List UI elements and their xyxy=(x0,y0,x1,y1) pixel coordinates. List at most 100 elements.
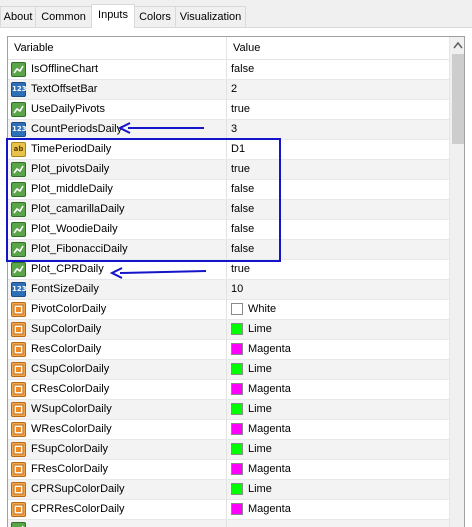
value-cell[interactable]: false xyxy=(227,180,449,199)
color-icon xyxy=(11,442,26,457)
value-cell[interactable]: false xyxy=(227,60,449,79)
color-swatch[interactable] xyxy=(231,403,243,415)
value-cell[interactable]: true xyxy=(227,160,449,179)
tab-common[interactable]: Common xyxy=(35,6,92,27)
color-swatch[interactable] xyxy=(231,323,243,335)
variable-cell[interactable]: 123 CountPeriodsDaily xyxy=(8,120,227,139)
table-row[interactable]: SupColorDaily Lime xyxy=(8,320,449,340)
color-swatch[interactable] xyxy=(231,343,243,355)
value-cell[interactable]: Lime xyxy=(227,400,449,419)
variable-cell[interactable]: Plot_CPRDaily xyxy=(8,260,227,279)
table-row[interactable]: 123 TextOffsetBar 2 xyxy=(8,80,449,100)
table-row[interactable]: IsOfflineChart false xyxy=(8,60,449,80)
color-icon xyxy=(11,382,26,397)
variable-cell[interactable]: FResColorDaily xyxy=(8,460,227,479)
value-cell[interactable]: Lime xyxy=(227,360,449,379)
table-row[interactable]: Plot_pivotsDaily true xyxy=(8,160,449,180)
value-cell[interactable]: Magenta xyxy=(227,420,449,439)
table-row[interactable]: Plot_middleDaily false xyxy=(8,180,449,200)
variable-name: Plot_pivotsDaily xyxy=(31,163,110,175)
table-row[interactable] xyxy=(8,520,449,527)
variable-cell[interactable]: Plot_WoodieDaily xyxy=(8,220,227,239)
table-row[interactable]: Plot_camarillaDaily false xyxy=(8,200,449,220)
variable-cell[interactable]: Plot_middleDaily xyxy=(8,180,227,199)
value-cell[interactable]: Lime xyxy=(227,320,449,339)
table-row[interactable]: WResColorDaily Magenta xyxy=(8,420,449,440)
color-swatch[interactable] xyxy=(231,463,243,475)
variable-cell[interactable]: FSupColorDaily xyxy=(8,440,227,459)
variable-cell[interactable] xyxy=(8,520,227,527)
table-row[interactable]: CSupColorDaily Lime xyxy=(8,360,449,380)
variable-cell[interactable]: WResColorDaily xyxy=(8,420,227,439)
variable-cell[interactable]: UseDailyPivots xyxy=(8,100,227,119)
tab-about[interactable]: About xyxy=(0,6,36,27)
value-cell[interactable]: true xyxy=(227,260,449,279)
table-row[interactable]: PivotColorDaily White xyxy=(8,300,449,320)
variable-cell[interactable]: CSupColorDaily xyxy=(8,360,227,379)
value-cell[interactable]: false xyxy=(227,240,449,259)
scroll-up-arrow-icon[interactable] xyxy=(450,37,464,54)
table-row[interactable]: Plot_FibonacciDaily false xyxy=(8,240,449,260)
color-swatch[interactable] xyxy=(231,423,243,435)
value-cell[interactable]: Lime xyxy=(227,480,449,499)
table-row[interactable]: 123 FontSizeDaily 10 xyxy=(8,280,449,300)
variable-name: Plot_WoodieDaily xyxy=(31,223,118,235)
vertical-scrollbar[interactable] xyxy=(449,37,464,527)
value-cell[interactable]: Lime xyxy=(227,440,449,459)
color-swatch[interactable] xyxy=(231,483,243,495)
table-row[interactable]: UseDailyPivots true xyxy=(8,100,449,120)
variable-cell[interactable]: 123 TextOffsetBar xyxy=(8,80,227,99)
value-cell[interactable]: false xyxy=(227,200,449,219)
variable-cell[interactable]: Plot_pivotsDaily xyxy=(8,160,227,179)
variable-cell[interactable]: PivotColorDaily xyxy=(8,300,227,319)
table-row[interactable]: ab TimePeriodDaily D1 xyxy=(8,140,449,160)
value-cell[interactable]: 2 xyxy=(227,80,449,99)
value-cell[interactable]: White xyxy=(227,300,449,319)
table-row[interactable]: CPRSupColorDaily Lime xyxy=(8,480,449,500)
variable-cell[interactable]: 123 FontSizeDaily xyxy=(8,280,227,299)
color-swatch[interactable] xyxy=(231,443,243,455)
variable-cell[interactable]: WSupColorDaily xyxy=(8,400,227,419)
table-row[interactable]: CResColorDaily Magenta xyxy=(8,380,449,400)
table-row[interactable]: 123 CountPeriodsDaily 3 xyxy=(8,120,449,140)
value-cell[interactable]: Magenta xyxy=(227,340,449,359)
variable-cell[interactable]: Plot_FibonacciDaily xyxy=(8,240,227,259)
color-swatch[interactable] xyxy=(231,383,243,395)
value-cell[interactable] xyxy=(227,520,449,527)
table-row[interactable]: ResColorDaily Magenta xyxy=(8,340,449,360)
variable-cell[interactable]: CPRResColorDaily xyxy=(8,500,227,519)
tab-colors[interactable]: Colors xyxy=(134,6,176,27)
column-header-value[interactable]: Value xyxy=(227,37,449,59)
value-cell[interactable]: Magenta xyxy=(227,380,449,399)
variable-cell[interactable]: SupColorDaily xyxy=(8,320,227,339)
color-swatch[interactable] xyxy=(231,363,243,375)
variable-cell[interactable]: Plot_camarillaDaily xyxy=(8,200,227,219)
value-cell[interactable]: false xyxy=(227,220,449,239)
color-swatch[interactable] xyxy=(231,503,243,515)
value-cell[interactable]: D1 xyxy=(227,140,449,159)
value-cell[interactable]: Magenta xyxy=(227,460,449,479)
value-cell[interactable]: true xyxy=(227,100,449,119)
table-row[interactable]: Plot_CPRDaily true xyxy=(8,260,449,280)
value-text: false xyxy=(231,203,255,215)
table-row[interactable]: Plot_WoodieDaily false xyxy=(8,220,449,240)
scroll-thumb[interactable] xyxy=(452,54,464,144)
variable-cell[interactable]: ab TimePeriodDaily xyxy=(8,140,227,159)
value-cell[interactable]: 3 xyxy=(227,120,449,139)
table-row[interactable]: FResColorDaily Magenta xyxy=(8,460,449,480)
variable-name: TextOffsetBar xyxy=(31,83,98,95)
value-cell[interactable]: Magenta xyxy=(227,500,449,519)
table-row[interactable]: WSupColorDaily Lime xyxy=(8,400,449,420)
variable-cell[interactable]: CPRSupColorDaily xyxy=(8,480,227,499)
tab-inputs[interactable]: Inputs xyxy=(91,4,135,28)
column-header-variable[interactable]: Variable xyxy=(8,37,227,59)
table-row[interactable]: CPRResColorDaily Magenta xyxy=(8,500,449,520)
tab-visualization[interactable]: Visualization xyxy=(175,6,246,27)
variable-cell[interactable]: IsOfflineChart xyxy=(8,60,227,79)
table-row[interactable]: FSupColorDaily Lime xyxy=(8,440,449,460)
color-swatch[interactable] xyxy=(231,303,243,315)
variable-cell[interactable]: CResColorDaily xyxy=(8,380,227,399)
value-cell[interactable]: 10 xyxy=(227,280,449,299)
variable-cell[interactable]: ResColorDaily xyxy=(8,340,227,359)
variable-name: CPRResColorDaily xyxy=(31,503,125,515)
